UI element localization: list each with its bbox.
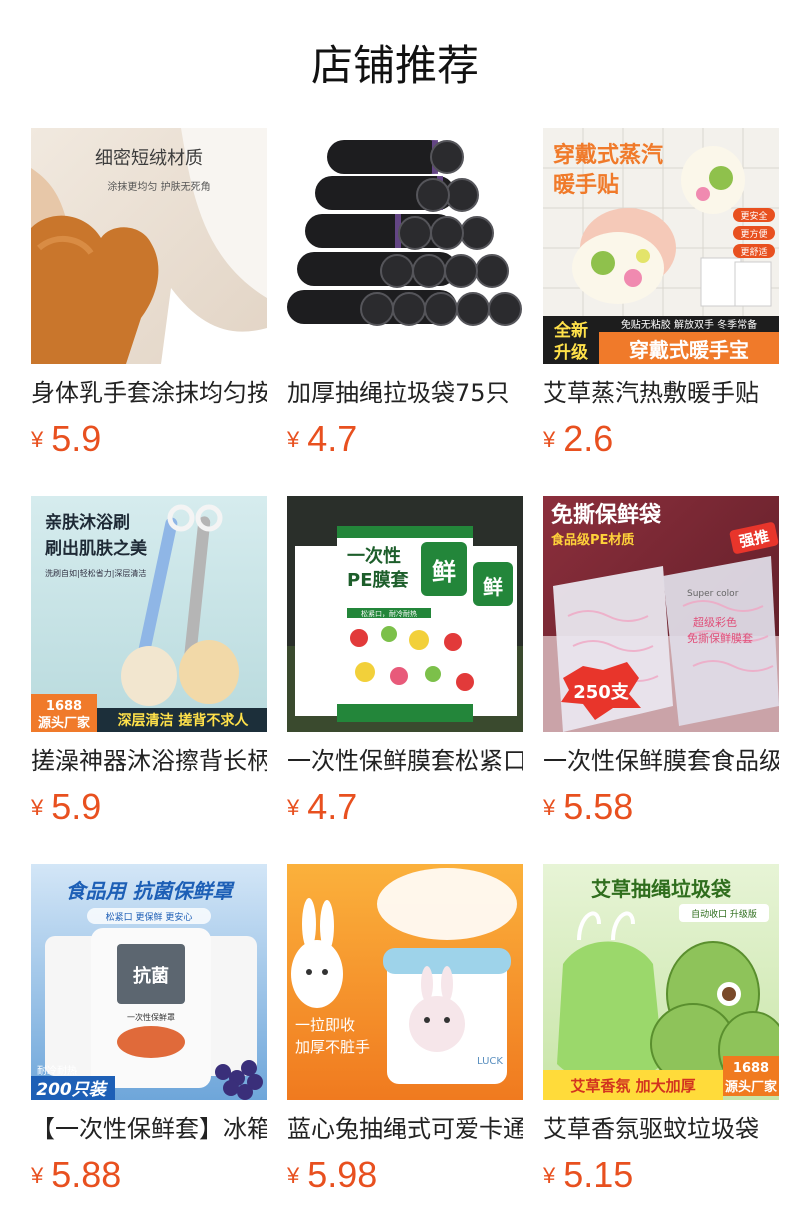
image-text: Super color: [687, 589, 739, 599]
product-image[interactable]: 鲜 鲜 一次性 PE膜套 松紧口，耐冷耐热: [287, 496, 523, 732]
image-text: 鲜: [432, 558, 456, 586]
image-text: 耐冷耐热: [37, 1064, 77, 1077]
image-text: 松紧口 更保鲜 更安心: [106, 911, 193, 923]
image-text: 200只装: [36, 1080, 108, 1100]
price-value: 5.9: [51, 418, 102, 459]
image-text: 食品级PE材质: [551, 532, 634, 548]
image-text: 刷出肌肤之美: [45, 538, 148, 559]
image-text: 更方便: [740, 228, 767, 240]
product-name[interactable]: 艾草香氛驱蚊垃圾袋: [543, 1112, 779, 1146]
image-text: 艾草香氛 加大加厚: [570, 1077, 695, 1095]
currency-symbol: ¥: [287, 795, 300, 820]
price-value: 4.7: [307, 418, 358, 459]
section-title: 店铺推荐: [310, 41, 479, 90]
image-text: 一拉即收: [295, 1016, 355, 1034]
product-card[interactable]: Super color 超级彩色 免撕保鲜膜套 免撕保鲜袋 食品级PE材质 强推…: [543, 496, 779, 836]
image-text: 一次性: [347, 545, 401, 567]
product-image[interactable]: 更安全 更方便 更舒适 穿戴式蒸汽 暖手贴 全新 升级 免贴无粘胶 解放双手 冬…: [543, 128, 779, 364]
image-text: 加厚不脏手: [295, 1038, 370, 1056]
product-name[interactable]: 加厚抽绳拉圾袋75只: [287, 376, 523, 410]
image-text: PE膜套: [347, 569, 409, 591]
image-text: 免贴无粘胶 解放双手 冬季常备: [621, 318, 757, 331]
image-text: 1688: [733, 1061, 769, 1076]
product-card[interactable]: LUCK 一拉即收 加厚不脏手 蓝心兔抽绳式可爱卡通垃圾袋 ¥5.98: [287, 864, 523, 1204]
image-text: 亲肤沐浴刷: [45, 512, 130, 533]
image-text: 免撕保鲜袋: [551, 502, 662, 528]
image-text: 细密短绒材质: [95, 148, 203, 169]
price-value: 5.98: [307, 1154, 378, 1195]
product-name[interactable]: 艾草蒸汽热敷暖手贴: [543, 376, 779, 410]
currency-symbol: ¥: [543, 427, 556, 452]
product-card[interactable]: 艾草抽绳垃圾袋 自动收口 升级版 1688 源头厂家 艾草香氛 加大加厚 艾草香…: [543, 864, 779, 1204]
product-name[interactable]: 【一次性保鲜套】冰箱用: [31, 1112, 267, 1146]
price-value: 5.9: [51, 786, 102, 827]
image-text: 自动收口 升级版: [691, 908, 757, 920]
image-text: 艾草抽绳垃圾袋: [591, 877, 732, 901]
product-image[interactable]: LUCK 一拉即收 加厚不脏手: [287, 864, 523, 1100]
image-text: 洗刷自如|轻松省力|深层清洁: [45, 568, 146, 578]
image-text: 源头厂家: [725, 1079, 778, 1095]
image-text: 深层清洁 搓背不求人: [118, 712, 250, 729]
product-name[interactable]: 蓝心兔抽绳式可爱卡通垃圾袋: [287, 1112, 523, 1146]
image-text: 超级彩色: [693, 615, 737, 629]
product-price: ¥4.7: [287, 418, 357, 460]
product-image[interactable]: 细密短绒材质 涂抹更均匀 护肤无死角: [31, 128, 267, 364]
product-image[interactable]: 艾草抽绳垃圾袋 自动收口 升级版 1688 源头厂家 艾草香氛 加大加厚: [543, 864, 779, 1100]
price-value: 2.6: [563, 418, 614, 459]
product-name[interactable]: 一次性保鲜膜套松紧口: [287, 744, 523, 778]
product-image[interactable]: Super color 超级彩色 免撕保鲜膜套 免撕保鲜袋 食品级PE材质 强推…: [543, 496, 779, 732]
product-price: ¥5.98: [287, 1154, 377, 1196]
image-text: 1688: [46, 699, 82, 714]
product-price: ¥2.6: [543, 418, 613, 460]
product-price: ¥5.58: [543, 786, 633, 828]
image-text: 食品用 抗菌保鲜罩: [66, 879, 236, 903]
product-image[interactable]: 抗菌 一次性保鲜罩 食品用 抗菌保鲜罩 松紧口 更保鲜 更安心 耐冷耐热 200…: [31, 864, 267, 1100]
image-text: 穿戴式暖手宝: [629, 338, 749, 362]
image-text: LUCK: [477, 1056, 503, 1067]
price-value: 5.58: [563, 786, 634, 827]
product-name[interactable]: 一次性保鲜膜套食品级: [543, 744, 779, 778]
product-price: ¥4.7: [287, 786, 357, 828]
image-text: 更安全: [740, 210, 767, 222]
product-name[interactable]: 搓澡神器沐浴擦背长柄刷: [31, 744, 267, 778]
image-text: 松紧口，耐冷耐热: [361, 609, 417, 618]
product-card[interactable]: 抗菌 一次性保鲜罩 食品用 抗菌保鲜罩 松紧口 更保鲜 更安心 耐冷耐热 200…: [31, 864, 267, 1204]
product-card[interactable]: 鲜 鲜 一次性 PE膜套 松紧口，耐冷耐热 一次性保鲜膜套松紧口 ¥4.7: [287, 496, 523, 836]
image-text: 一次性保鲜罩: [127, 1012, 175, 1022]
product-image[interactable]: [287, 128, 523, 364]
currency-symbol: ¥: [287, 1163, 300, 1188]
currency-symbol: ¥: [31, 795, 44, 820]
currency-symbol: ¥: [543, 1163, 556, 1188]
product-card[interactable]: 细密短绒材质 涂抹更均匀 护肤无死角 身体乳手套涂抹均匀按摩手套 ¥5.9: [31, 128, 267, 468]
price-value: 5.88: [51, 1154, 122, 1195]
price-value: 4.7: [307, 786, 358, 827]
image-text: 抗菌: [133, 965, 169, 987]
product-price: ¥5.9: [31, 786, 101, 828]
image-text: 源头厂家: [38, 715, 91, 731]
image-text: 暖手贴: [553, 172, 619, 198]
currency-symbol: ¥: [31, 427, 44, 452]
currency-symbol: ¥: [31, 1163, 44, 1188]
image-text: 鲜: [483, 575, 503, 599]
product-card[interactable]: 亲肤沐浴刷 刷出肌肤之美 洗刷自如|轻松省力|深层清洁 1688 源头厂家 深层…: [31, 496, 267, 836]
image-text: 涂抹更均匀 护肤无死角: [107, 180, 210, 193]
image-text: 穿戴式蒸汽: [553, 142, 663, 168]
product-price: ¥5.15: [543, 1154, 633, 1196]
product-name[interactable]: 身体乳手套涂抹均匀按摩手套: [31, 376, 267, 410]
product-card[interactable]: 加厚抽绳拉圾袋75只 ¥4.7: [287, 128, 523, 468]
price-value: 5.15: [563, 1154, 634, 1195]
product-price: ¥5.9: [31, 418, 101, 460]
product-price: ¥5.88: [31, 1154, 121, 1196]
product-image[interactable]: 亲肤沐浴刷 刷出肌肤之美 洗刷自如|轻松省力|深层清洁 1688 源头厂家 深层…: [31, 496, 267, 732]
currency-symbol: ¥: [287, 427, 300, 452]
currency-symbol: ¥: [543, 795, 556, 820]
image-text: 升级: [554, 342, 588, 363]
product-card[interactable]: 更安全 更方便 更舒适 穿戴式蒸汽 暖手贴 全新 升级 免贴无粘胶 解放双手 冬…: [543, 128, 779, 468]
image-text: 免撕保鲜膜套: [687, 631, 753, 645]
image-text: 更舒适: [740, 246, 767, 258]
image-text: 250支: [573, 681, 630, 703]
image-text: 全新: [553, 320, 588, 341]
